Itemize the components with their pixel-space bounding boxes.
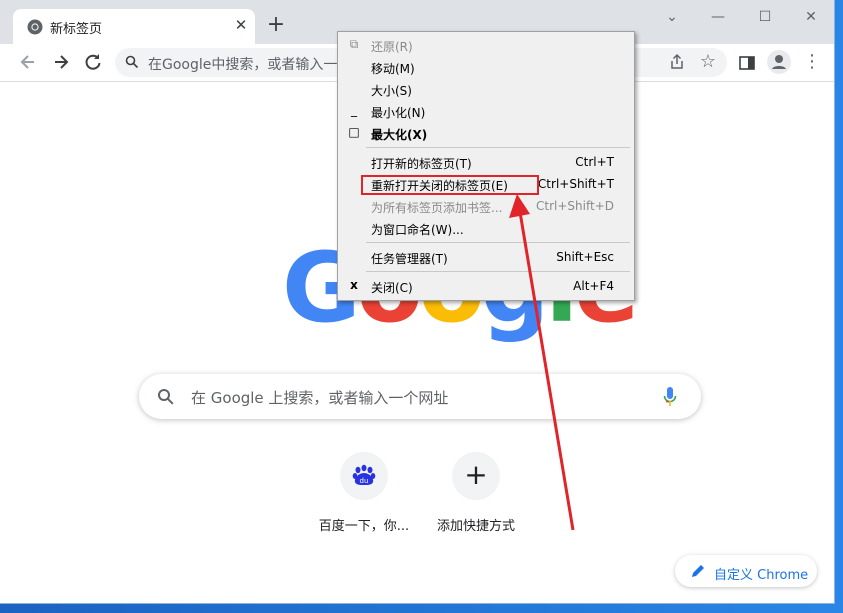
plus-icon: + [464,458,488,491]
menu-item-label: 最大化(X) [371,128,428,142]
new-tab-button[interactable]: + [264,14,288,38]
restore-icon: ⧉ [349,37,359,51]
shortcut-tile-baidu[interactable]: du 百度一下，你... [309,452,419,542]
close-tab-icon[interactable]: ✕ [231,15,251,35]
minimize-icon: _ [351,103,357,117]
menu-item-new-tab[interactable]: 打开新的标签页(T) Ctrl+T [338,151,634,173]
menu-separator [366,147,630,148]
share-icon[interactable] [667,52,687,72]
address-bar-placeholder: 在Google中搜索，或者输入一 [148,57,338,73]
menu-item-task-manager[interactable]: 任务管理器(T) Shift+Esc [338,246,634,268]
baidu-icon: du [352,464,376,485]
menu-item-maximize[interactable]: □ 最大化(X) [338,122,634,144]
menu-item-label: 为窗口命名(W)... [371,223,464,237]
menu-item-bookmark-all-tabs[interactable]: 为所有标签页添加书签... Ctrl+Shift+D [338,195,634,217]
shortcut-icon-background: + [452,452,500,500]
menu-item-label: 还原(R) [371,40,413,54]
tab-search-icon[interactable]: ⌄ [658,6,686,28]
tab-new-tab[interactable]: 新标签页 ✕ [13,9,255,44]
profile-avatar[interactable] [767,50,791,74]
menu-item-shortcut: Ctrl+Shift+T [537,177,614,191]
menu-item-size[interactable]: 大小(S) [338,78,634,100]
menu-item-label: 任务管理器(T) [371,252,448,266]
maximize-button[interactable]: ☐ [751,6,779,28]
menu-item-shortcut: Ctrl+Shift+D [536,199,614,213]
shortcut-icon-background: du [340,452,388,500]
close-window-button[interactable]: ✕ [797,6,825,28]
forward-icon[interactable] [48,49,74,75]
menu-item-name-window[interactable]: 为窗口命名(W)... [338,217,634,239]
menu-separator [366,242,630,243]
back-icon[interactable] [15,49,41,75]
customize-label: 自定义 Chrome [714,568,809,583]
microphone-icon[interactable] [663,386,677,408]
search-icon [125,55,139,69]
menu-item-shortcut: Shift+Esc [556,250,614,264]
menu-item-label: 打开新的标签页(T) [371,157,472,171]
side-panel-icon[interactable] [737,53,757,73]
customize-chrome-button[interactable]: 自定义 Chrome [675,555,817,587]
shortcut-label: 百度一下，你... [318,519,410,534]
pencil-icon [692,565,704,577]
menu-item-label: 最小化(N) [371,106,426,120]
menu-item-label: 大小(S) [371,84,412,98]
chrome-icon [27,19,43,35]
menu-item-label: 为所有标签页添加书签... [371,201,503,215]
minimize-button[interactable]: — [704,6,732,28]
menu-item-shortcut: Ctrl+T [575,155,614,169]
highlight-box [361,175,539,195]
add-shortcut-tile[interactable]: + 添加快捷方式 [421,452,531,542]
person-icon [772,55,786,69]
menu-item-label: 关闭(C) [371,281,413,295]
shortcut-label: 添加快捷方式 [436,519,515,534]
menu-item-close[interactable]: x 关闭(C) Alt+F4 [338,275,634,297]
search-placeholder: 在 Google 上搜索，或者输入一个网址 [191,389,449,407]
menu-item-label: 移动(M) [371,62,415,76]
window-context-menu: ⧉ 还原(R) 移动(M) 大小(S) _ 最小化(N) □ 最大化(X) 打开… [337,31,635,301]
menu-item-minimize[interactable]: _ 最小化(N) [338,100,634,122]
reload-icon[interactable] [80,49,106,75]
google-search-box[interactable]: 在 Google 上搜索，或者输入一个网址 [139,374,701,419]
svg-text:du: du [360,477,369,485]
maximize-icon: □ [348,125,360,139]
close-icon: x [350,278,358,292]
bookmark-star-icon[interactable]: ☆ [697,51,719,73]
more-menu-icon[interactable]: ⋮ [803,51,821,73]
menu-item-move[interactable]: 移动(M) [338,56,634,78]
search-icon [158,389,174,405]
menu-separator [366,271,630,272]
menu-item-restore[interactable]: ⧉ 还原(R) [338,34,634,56]
tab-title: 新标签页 [50,22,103,37]
menu-item-shortcut: Alt+F4 [573,279,614,293]
